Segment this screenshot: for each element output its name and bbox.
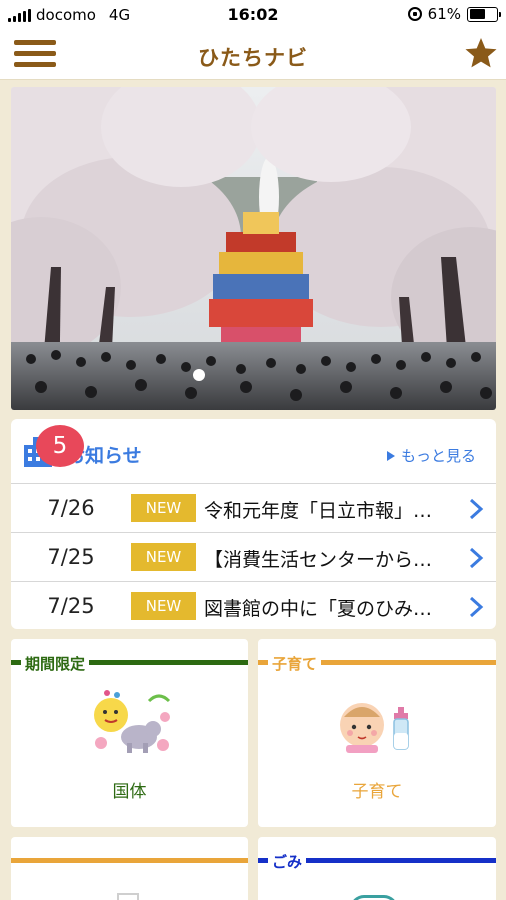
news-panel: 5 お知らせ もっと見る 7/26 NEW 令和元年度「日立市報」… 7/25 … [11, 419, 496, 629]
battery-icon [467, 6, 501, 22]
news-date: 7/25 [47, 594, 95, 618]
news-text: 【消費生活センターから… [204, 549, 433, 571]
star-icon[interactable] [464, 36, 498, 70]
status-right: 61% [407, 5, 501, 23]
app-header: ひたちナビ [0, 30, 506, 80]
news-text: 図書館の中に「夏のひみ… [204, 598, 433, 620]
card-caption: 国体 [112, 782, 147, 802]
notification-count-badge: 5 [36, 425, 84, 467]
new-tag: NEW [131, 494, 196, 522]
card-header: ごみ [258, 851, 496, 872]
news-item[interactable]: 7/26 NEW 令和元年度「日立市報」… [11, 483, 496, 532]
app-title: ひたちナビ [198, 46, 308, 70]
card-bottom-left[interactable] [11, 837, 248, 900]
partial-illustration [117, 893, 139, 900]
see-more-link[interactable]: もっと見る [386, 445, 476, 466]
see-more-label: もっと見る [400, 447, 476, 465]
card-header: 期間限定 [11, 653, 248, 674]
card-header: 子育て [258, 653, 496, 674]
news-header: 5 お知らせ もっと見る [11, 419, 496, 483]
play-triangle-icon [386, 450, 395, 461]
hero-image[interactable] [11, 87, 496, 410]
battery-percent: 61% [427, 5, 461, 23]
news-item[interactable]: 7/25 NEW 図書館の中に「夏のひみ… [11, 581, 496, 629]
card-header [11, 851, 248, 869]
card-limited-time[interactable]: 期間限定 国体 [11, 639, 248, 827]
card-label: 期間限定 [21, 653, 90, 674]
rotation-lock-icon [407, 7, 422, 21]
card-garbage[interactable]: ごみ [258, 837, 496, 900]
news-text: 令和元年度「日立市報」… [204, 500, 433, 522]
chevron-right-icon [469, 547, 484, 569]
new-tag: NEW [131, 543, 196, 571]
chevron-right-icon [469, 498, 484, 520]
card-caption: 子育て [351, 782, 403, 802]
card-child-rearing[interactable]: 子育て 子育て [258, 639, 496, 827]
chevron-right-icon [469, 596, 484, 618]
status-bar: docomo 4G 16:02 61% [0, 0, 506, 30]
news-date: 7/26 [47, 496, 95, 520]
carousel-indicator [193, 369, 205, 381]
mascot-illustration-icon [94, 690, 171, 753]
card-label: ごみ [268, 851, 307, 872]
partial-illustration [350, 895, 398, 900]
card-label: 子育て [268, 653, 322, 674]
news-date: 7/25 [47, 545, 95, 569]
new-tag: NEW [131, 592, 196, 620]
baby-bottle-icon [340, 703, 409, 753]
news-item[interactable]: 7/25 NEW 【消費生活センターから… [11, 532, 496, 581]
cherry-blossom-festival-photo [11, 87, 496, 410]
